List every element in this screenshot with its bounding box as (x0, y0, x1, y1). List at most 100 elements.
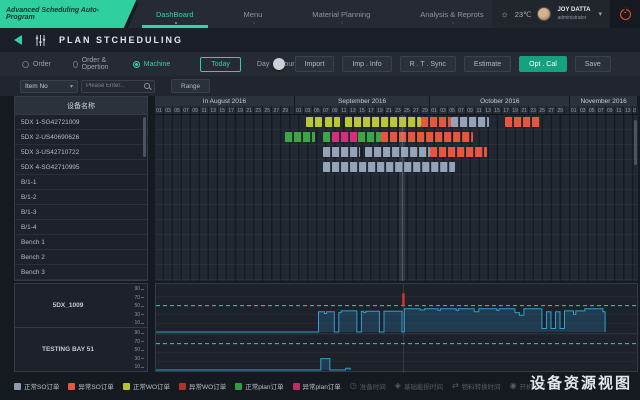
radio-circle (73, 61, 78, 68)
gantt-bar-so_err[interactable] (421, 117, 450, 127)
import-button[interactable]: Import (295, 56, 335, 72)
gantt-bar-so_err[interactable] (430, 147, 486, 157)
day-cell: 05 (448, 106, 457, 115)
equipment-table-header: 设备名称 (15, 97, 147, 115)
day-cell: 15 (218, 106, 227, 115)
axis-tick: 70 (134, 295, 144, 301)
gantt-bar-wo[interactable] (345, 117, 422, 127)
equipment-row[interactable]: B/1-2 (15, 190, 147, 205)
legend-label: 物料转换时间 (462, 381, 501, 391)
gantt-bar-plan[interactable] (358, 132, 381, 142)
power-icon (620, 9, 631, 20)
axis-tick: 30 (134, 356, 144, 362)
opt-cal-button[interactable]: Opt . Cal (519, 56, 567, 72)
avatar[interactable] (537, 7, 551, 21)
legend-swatch (14, 383, 21, 390)
equipment-row[interactable]: 5DX 4-SG42710995 (15, 160, 147, 175)
clock-icon: ◷ (350, 382, 357, 390)
gantt-bar-plan_err[interactable] (332, 132, 358, 142)
legend-item-异常plan订单: 异常plan订单 (293, 381, 341, 391)
temperature-label: 23℃ (515, 10, 532, 19)
gantt-bar-so[interactable] (323, 147, 360, 157)
estimate-button[interactable]: Estimate (464, 56, 511, 72)
day-cell: 21 (245, 106, 254, 115)
equipment-row[interactable]: B/1-1 (15, 175, 147, 190)
day-cell: 19 (376, 106, 385, 115)
legend-label: 基础能损时间 (404, 381, 443, 391)
gantt-bar-wo[interactable] (306, 117, 322, 127)
gantt-month-header: In August 2016September 2016October 2016… (155, 96, 638, 106)
legend-label: 正常plan订单 (245, 381, 283, 391)
day-cell: 09 (191, 106, 200, 115)
radio-order-opertion[interactable]: Order & Opertion (73, 57, 111, 71)
equipment-row[interactable]: Bench 1 (15, 235, 147, 250)
item-no-label: Item No (25, 83, 48, 90)
day-cell: 07 (182, 106, 191, 115)
day-cell: 29 (421, 106, 430, 115)
legend-item-基础能损时间: ◈基础能损时间 (395, 381, 443, 391)
load-lane-label: 5DX_10099070503010 (15, 284, 147, 328)
day-cell: 01 (570, 106, 579, 115)
item-no-select[interactable]: Item No ▾ (20, 80, 78, 93)
search-icon[interactable] (144, 83, 150, 89)
gantt-bar-so_err[interactable] (381, 132, 474, 142)
gantt-bar-so[interactable] (451, 117, 489, 127)
radio-circle (22, 61, 29, 68)
legend-item-异常so订单: 异常SO订单 (68, 381, 113, 391)
lane-name: 5DX_1009 (15, 284, 121, 327)
gantt-bar-wo[interactable] (325, 117, 340, 127)
r-t-sync-button[interactable]: R . T . Sync (400, 56, 456, 72)
legend-item-物料转换时间: ⇄物料转换时间 (452, 381, 501, 391)
app-root: Advanced Scheduling Auto-Program DashBoa… (0, 0, 640, 400)
search-box (81, 80, 155, 93)
chevron-down-icon[interactable]: ▾ (598, 10, 602, 18)
nav-item-dashboard[interactable]: DashBoard (154, 0, 196, 28)
axis-tick: 30 (134, 312, 144, 318)
legend-label: 异常SO订单 (78, 381, 113, 391)
nav-item-material-planning[interactable]: Material Planning (310, 0, 372, 28)
equipment-row[interactable]: Bench 3 (15, 265, 147, 280)
today-button[interactable]: Today (200, 57, 241, 72)
equipment-row[interactable]: Bench 2 (15, 250, 147, 265)
gantt-bar-so[interactable] (323, 162, 455, 172)
nav-dot (175, 22, 177, 24)
logout-button[interactable] (610, 0, 640, 28)
gantt-row (155, 250, 638, 265)
nav-item-analysis-reprots[interactable]: Analysis & Reprots (418, 0, 485, 28)
gantt-bar-plan[interactable] (285, 132, 315, 142)
gantt-row (155, 115, 638, 130)
equipment-row[interactable]: 5DX 2-US40690626 (15, 130, 147, 145)
month-cell: In August 2016 (155, 96, 295, 106)
day-cell: 09 (606, 106, 615, 115)
equipment-row[interactable]: B/1-4 (15, 220, 147, 235)
radio-circle (133, 61, 140, 68)
legend-label: 准备时间 (360, 381, 386, 391)
gantt-scrollbar[interactable] (634, 120, 637, 165)
day-cell: 05 (173, 106, 182, 115)
back-button[interactable] (14, 35, 22, 45)
axis-tick: 90 (134, 330, 144, 336)
day-cell: 11 (475, 106, 484, 115)
equipment-row[interactable]: 5DX 3-US42710722 (15, 145, 147, 160)
gantt-bar-plan[interactable] (323, 132, 332, 142)
legend-swatch (68, 383, 75, 390)
day-cell: 15 (358, 106, 367, 115)
search-input[interactable] (86, 83, 142, 89)
radio-machine[interactable]: Machine (133, 57, 170, 71)
gantt-bar-so_err[interactable] (505, 117, 541, 127)
day-cell: 25 (403, 106, 412, 115)
axis-tick: 10 (134, 364, 144, 370)
range-button[interactable]: Range (171, 79, 210, 93)
topbar-right: ☼ 23℃ JOY DATTA administrator ▾ (492, 0, 640, 28)
equipment-scrollbar[interactable] (143, 117, 146, 157)
radio-order[interactable]: Order (22, 57, 51, 71)
save-button[interactable]: Save (575, 56, 611, 72)
day-cell: 25 (263, 106, 272, 115)
day-cell: 23 (529, 106, 538, 115)
imp-info-button[interactable]: Imp . Info (342, 56, 391, 72)
gantt-bar-so[interactable] (365, 147, 430, 157)
equipment-row[interactable]: B/1-3 (15, 205, 147, 220)
nav-item-menu[interactable]: Menu (242, 0, 265, 28)
axis-tick: 50 (134, 303, 144, 309)
equipment-row[interactable]: 5DX 1-SG42721009 (15, 115, 147, 130)
